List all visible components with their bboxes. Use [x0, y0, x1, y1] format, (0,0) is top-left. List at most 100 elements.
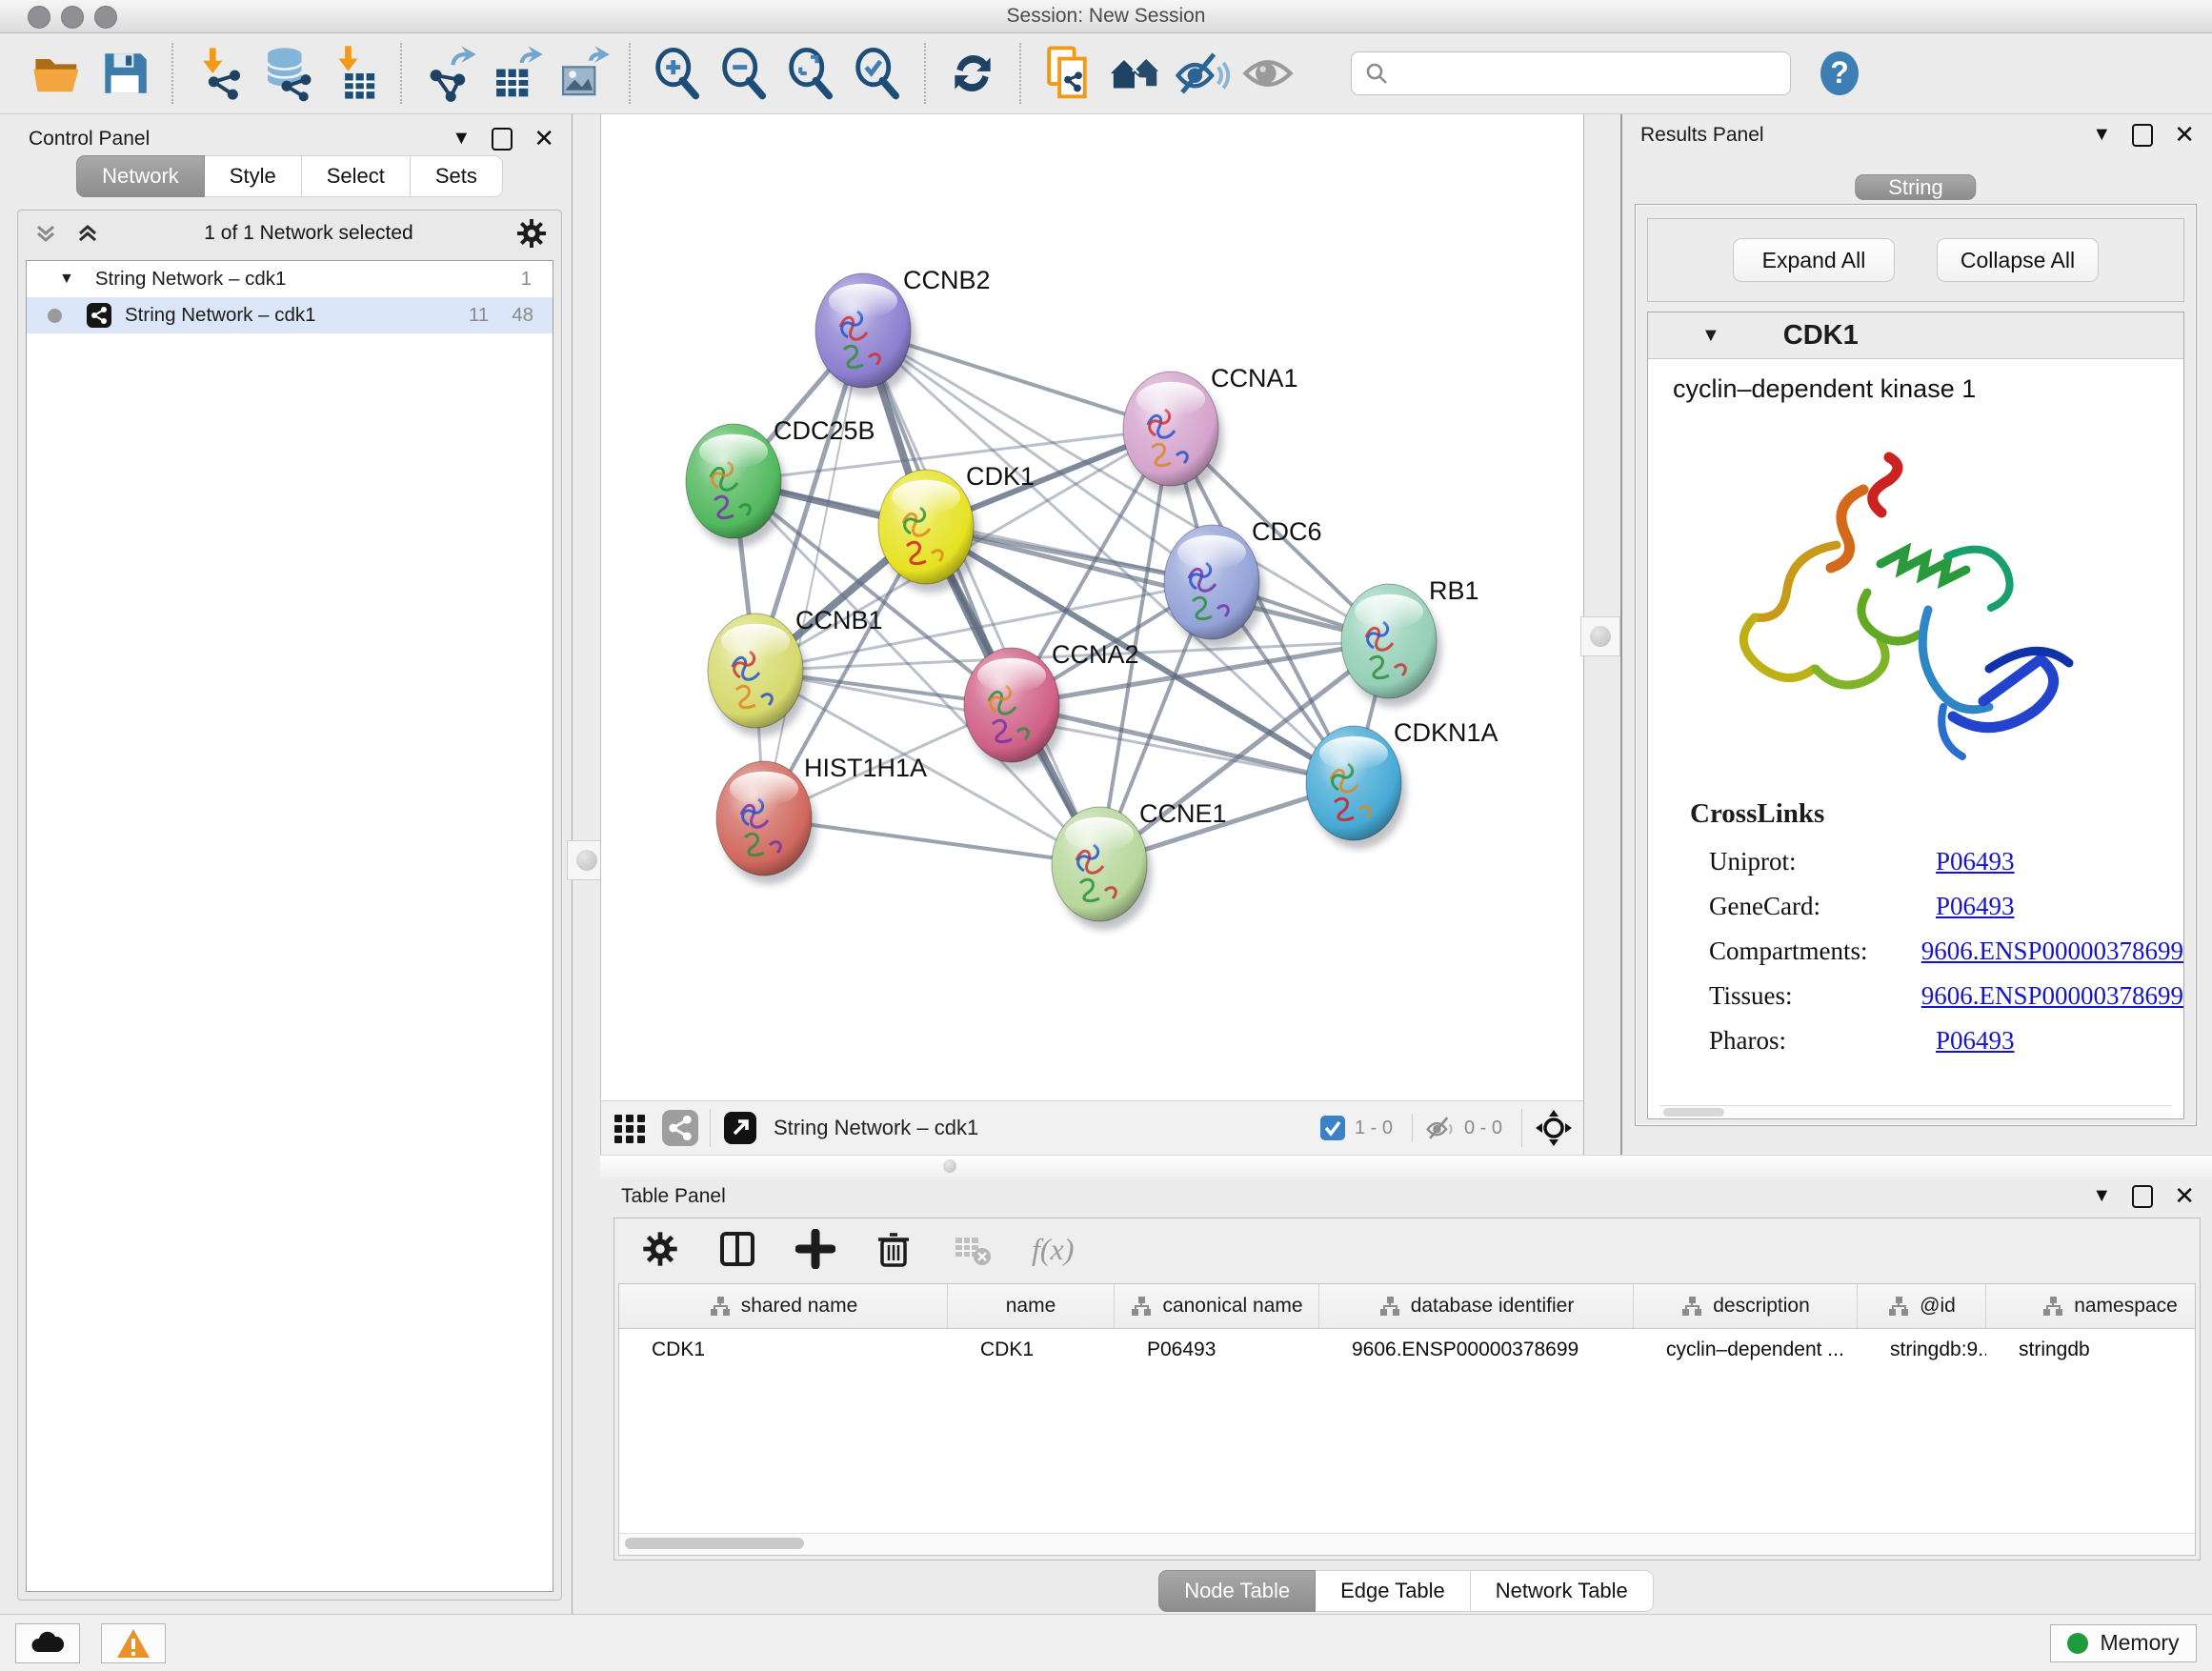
column-header-@id[interactable]: @id — [1858, 1284, 1986, 1328]
network-collection-row[interactable]: ▼ String Network – cdk1 1 — [27, 261, 553, 297]
table-cell[interactable]: stringdb — [1986, 1339, 2196, 1361]
table-cell[interactable]: cyclin–dependent ... — [1634, 1339, 1858, 1361]
network-node-CCNB2[interactable]: CCNB2 — [815, 266, 991, 396]
table-splitter-grip[interactable] — [943, 1159, 956, 1173]
panel-float-icon[interactable] — [492, 128, 513, 151]
memory-button[interactable]: Memory — [2050, 1624, 2197, 1662]
tab-select[interactable]: Select — [302, 155, 411, 197]
window-minimize-button[interactable] — [61, 6, 84, 29]
panel-close-icon[interactable]: ✕ — [2174, 1181, 2195, 1211]
import-network-database-button[interactable] — [253, 40, 320, 107]
network-node-CDK1[interactable]: CDK1 — [878, 462, 1035, 593]
window-close-button[interactable] — [28, 6, 50, 29]
network-node-CCNE1[interactable]: CCNE1 — [1052, 799, 1227, 930]
select-columns-icon[interactable] — [717, 1229, 757, 1269]
expand-all-button[interactable]: Expand All — [1733, 238, 1895, 282]
panel-menu-icon[interactable]: ▼ — [2092, 124, 2111, 146]
zoom-in-button[interactable] — [644, 40, 711, 107]
table-horizontal-scrollbar[interactable] — [619, 1533, 2195, 1555]
network-edge[interactable] — [863, 331, 1099, 864]
tab-sets[interactable]: Sets — [411, 155, 503, 197]
network-node-RB1[interactable]: RB1 — [1341, 576, 1479, 707]
panel-menu-icon[interactable]: ▼ — [2092, 1185, 2111, 1207]
crosslink-link[interactable]: P06493 — [1936, 892, 2015, 921]
table-cell[interactable]: CDK1 — [948, 1339, 1115, 1361]
crosslink-link[interactable]: 9606.ENSP00000378699 — [1921, 936, 2183, 966]
export-image-button[interactable] — [549, 40, 615, 107]
cloud-button[interactable] — [15, 1623, 80, 1663]
selected-checkbox-icon[interactable] — [1318, 1114, 1347, 1142]
network-canvas[interactable]: CCNB2CCNA1CDC25BCDK1CDC6RB1CCNB1CCNA2CDK… — [600, 114, 1584, 1100]
results-horizontal-scrollbar[interactable] — [1659, 1105, 2172, 1118]
panel-close-icon[interactable]: ✕ — [2174, 120, 2195, 150]
network-node-CDKN1A[interactable]: CDKN1A — [1306, 718, 1498, 849]
collapse-triangle-icon[interactable]: ▼ — [1701, 325, 1720, 347]
crosslink-link[interactable]: P06493 — [1936, 847, 2015, 876]
right-splitter-grip[interactable] — [1580, 616, 1620, 656]
network-node-CCNA2[interactable]: CCNA2 — [964, 640, 1139, 771]
table-cell[interactable]: CDK1 — [619, 1339, 948, 1361]
search-field[interactable] — [1351, 51, 1791, 95]
expand-all-icon[interactable] — [73, 219, 102, 248]
tab-network[interactable]: Network — [76, 155, 205, 197]
network-node-CDC25B[interactable]: CDC25B — [686, 416, 875, 547]
network-node-CCNA1[interactable]: CCNA1 — [1123, 364, 1298, 494]
export-table-button[interactable] — [482, 40, 549, 107]
hide-unhide-button[interactable] — [1168, 40, 1235, 107]
network-row-selected[interactable]: String Network – cdk1 11 48 — [27, 297, 553, 333]
network-options-gear-icon[interactable] — [515, 217, 548, 250]
table-splitter[interactable] — [600, 1155, 2212, 1177]
column-header-shared-name[interactable]: shared name — [619, 1284, 948, 1328]
search-input[interactable] — [1390, 61, 1779, 86]
collapse-all-button[interactable]: Collapse All — [1937, 238, 2099, 282]
open-session-button[interactable] — [25, 40, 91, 107]
delete-column-trash-icon[interactable] — [874, 1229, 914, 1269]
table-cell[interactable]: P06493 — [1115, 1339, 1319, 1361]
panel-float-icon[interactable] — [2132, 1185, 2153, 1208]
window-zoom-button[interactable] — [94, 6, 117, 29]
tab-network-table[interactable]: Network Table — [1471, 1570, 1654, 1612]
table-options-gear-icon[interactable] — [641, 1230, 679, 1268]
panel-close-icon[interactable]: ✕ — [533, 124, 554, 153]
show-all-networks-button[interactable] — [1101, 40, 1168, 107]
apply-layout-button[interactable] — [939, 40, 1006, 107]
warnings-button[interactable] — [101, 1623, 166, 1663]
zoom-selected-button[interactable] — [844, 40, 911, 107]
copy-style-button[interactable] — [1035, 40, 1101, 107]
export-network-button[interactable] — [415, 40, 482, 107]
crosslink-link[interactable]: 9606.ENSP00000378699 — [1921, 981, 2183, 1011]
panel-float-icon[interactable] — [2132, 124, 2153, 147]
tab-edge-table[interactable]: Edge Table — [1316, 1570, 1471, 1612]
left-splitter[interactable] — [572, 114, 601, 1614]
crosslink-link[interactable]: P06493 — [1936, 1026, 2015, 1056]
right-splitter[interactable] — [1583, 114, 1622, 1155]
import-table-file-button[interactable] — [320, 40, 387, 107]
tab-node-table[interactable]: Node Table — [1158, 1570, 1316, 1612]
zoom-fit-button[interactable] — [777, 40, 844, 107]
protein-card-header[interactable]: ▼ CDK1 — [1648, 312, 2183, 359]
column-header-database-identifier[interactable]: database identifier — [1319, 1284, 1634, 1328]
tree-expander-icon[interactable]: ▼ — [59, 271, 74, 288]
show-graphics-details-button[interactable] — [1235, 40, 1301, 107]
create-column-plus-icon[interactable] — [795, 1229, 835, 1269]
save-session-button[interactable] — [91, 40, 158, 107]
column-header-name[interactable]: name — [948, 1284, 1115, 1328]
column-header-canonical-name[interactable]: canonical name — [1115, 1284, 1319, 1328]
zoom-out-button[interactable] — [711, 40, 777, 107]
network-node-HIST1H1A[interactable]: HIST1H1A — [716, 754, 927, 884]
collapse-all-icon[interactable] — [31, 219, 60, 248]
tab-style[interactable]: Style — [205, 155, 302, 197]
birdseye-grid-icon[interactable] — [611, 1109, 649, 1147]
column-header-description[interactable]: description — [1634, 1284, 1858, 1328]
table-cell[interactable]: 9606.ENSP00000378699 — [1319, 1339, 1634, 1361]
panel-menu-icon[interactable]: ▼ — [452, 128, 471, 150]
table-cell[interactable]: stringdb:9... — [1858, 1339, 1986, 1361]
network-node-CDC6[interactable]: CDC6 — [1164, 517, 1322, 648]
tab-string[interactable]: String — [1855, 174, 1976, 200]
scrollbar-thumb[interactable] — [625, 1538, 804, 1549]
import-network-file-button[interactable] — [187, 40, 253, 107]
open-in-new-window-icon[interactable] — [722, 1110, 758, 1146]
help-button[interactable]: ? — [1806, 40, 1873, 107]
network-badge-icon[interactable] — [662, 1110, 698, 1146]
table-row[interactable]: CDK1CDK1P064939606.ENSP00000378699cyclin… — [619, 1329, 2195, 1371]
